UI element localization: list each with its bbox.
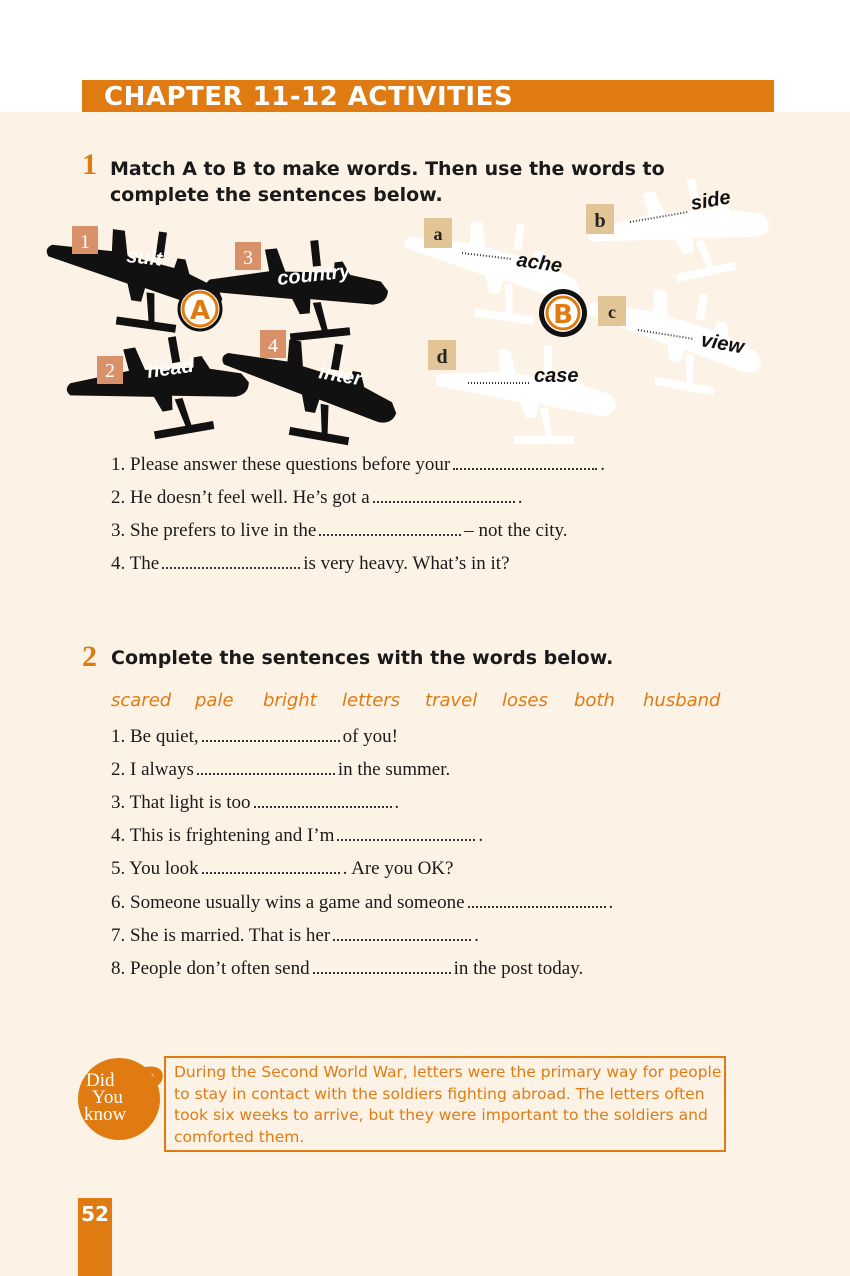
group-b-label: B (553, 300, 573, 330)
ex2-sentence-2: 2. I always in the summer. (111, 759, 451, 780)
answer-blank[interactable] (453, 468, 598, 470)
page-number-tab: 52 (78, 1198, 112, 1276)
did-you-know-box: During the Second World War, letters wer… (164, 1056, 726, 1152)
ex2-sentence-3: 3. That light is too. (111, 792, 400, 813)
ex2-sentence-4: 4. This is frightening and I’m. (111, 825, 484, 846)
answer-blank[interactable] (312, 972, 451, 974)
did-you-know-word-know: know (84, 1104, 127, 1125)
group-b-letter-c: c (608, 302, 616, 322)
group-a-num-4: 4 (268, 335, 278, 357)
plane-2-icon (60, 325, 256, 453)
answer-blank[interactable] (372, 501, 515, 503)
answer-blank[interactable] (337, 839, 476, 841)
answer-blank[interactable] (467, 906, 606, 908)
ex1-sentence-2: 2. He doesn’t feel well. He’s got a. (111, 487, 523, 508)
ex1-sentence-3: 3. She prefers to live in the – not the c… (111, 520, 568, 541)
word-bank-item: husband (643, 690, 721, 711)
word-bank-item: loses (502, 690, 548, 711)
group-a-label: A (190, 296, 210, 326)
group-b-word-d: case (534, 365, 579, 387)
group-a-num-3: 3 (243, 247, 253, 269)
group-b-letter-b: b (594, 210, 605, 232)
plane-matching-illustration: A B suit head country inter ache side vi… (37, 165, 778, 453)
ex2-sentence-5: 5. You look. Are you OK? (111, 858, 454, 879)
group-a-word-1: suit (125, 245, 164, 271)
ex2-sentence-1: 1. Be quiet, of you! (111, 726, 399, 747)
word-bank-item: bright (263, 690, 317, 711)
ex1-sentence-4: 4. The is very heavy. What’s in it? (111, 553, 510, 574)
group-b-letter-d: d (436, 346, 447, 368)
page-number: 52 (81, 1202, 109, 1226)
did-you-know-text: During the Second World War, letters wer… (174, 1063, 722, 1146)
question-mark-icon: ? (136, 1058, 167, 1118)
word-bank-item: travel (425, 690, 478, 711)
group-a-num-1: 1 (80, 231, 90, 253)
answer-blank[interactable] (196, 773, 335, 775)
group-a-badge: A (177, 286, 223, 332)
answer-blank[interactable] (333, 939, 472, 941)
group-b-badge: B (539, 289, 587, 337)
word-bank-item: scared (111, 690, 172, 711)
ex1-sentence-1: 1. Please answer these questions before … (111, 454, 606, 475)
word-bank-item: both (574, 690, 615, 711)
ex2-sentence-8: 8. People don’t often send in the post to… (111, 958, 584, 979)
ex2-sentence-7: 7. She is married. That is her. (111, 925, 479, 946)
ex2-sentence-6: 6. Someone usually wins a game and someo… (111, 892, 614, 913)
group-a-num-2: 2 (105, 360, 115, 382)
word-bank-item: letters (342, 690, 401, 711)
answer-blank[interactable] (253, 806, 392, 808)
answer-blank[interactable] (201, 740, 340, 742)
plane-3-icon (202, 233, 393, 350)
answer-blank[interactable] (201, 872, 340, 874)
exercise-2-instruction: Complete the sentences with the words be… (111, 647, 614, 669)
answer-blank[interactable] (162, 567, 301, 569)
group-b-letter-a: a (434, 224, 443, 244)
plane-d-icon (435, 346, 616, 444)
exercise-2-number: 2 (82, 640, 97, 673)
word-bank-item: pale (195, 690, 234, 711)
answer-blank[interactable] (319, 534, 462, 536)
